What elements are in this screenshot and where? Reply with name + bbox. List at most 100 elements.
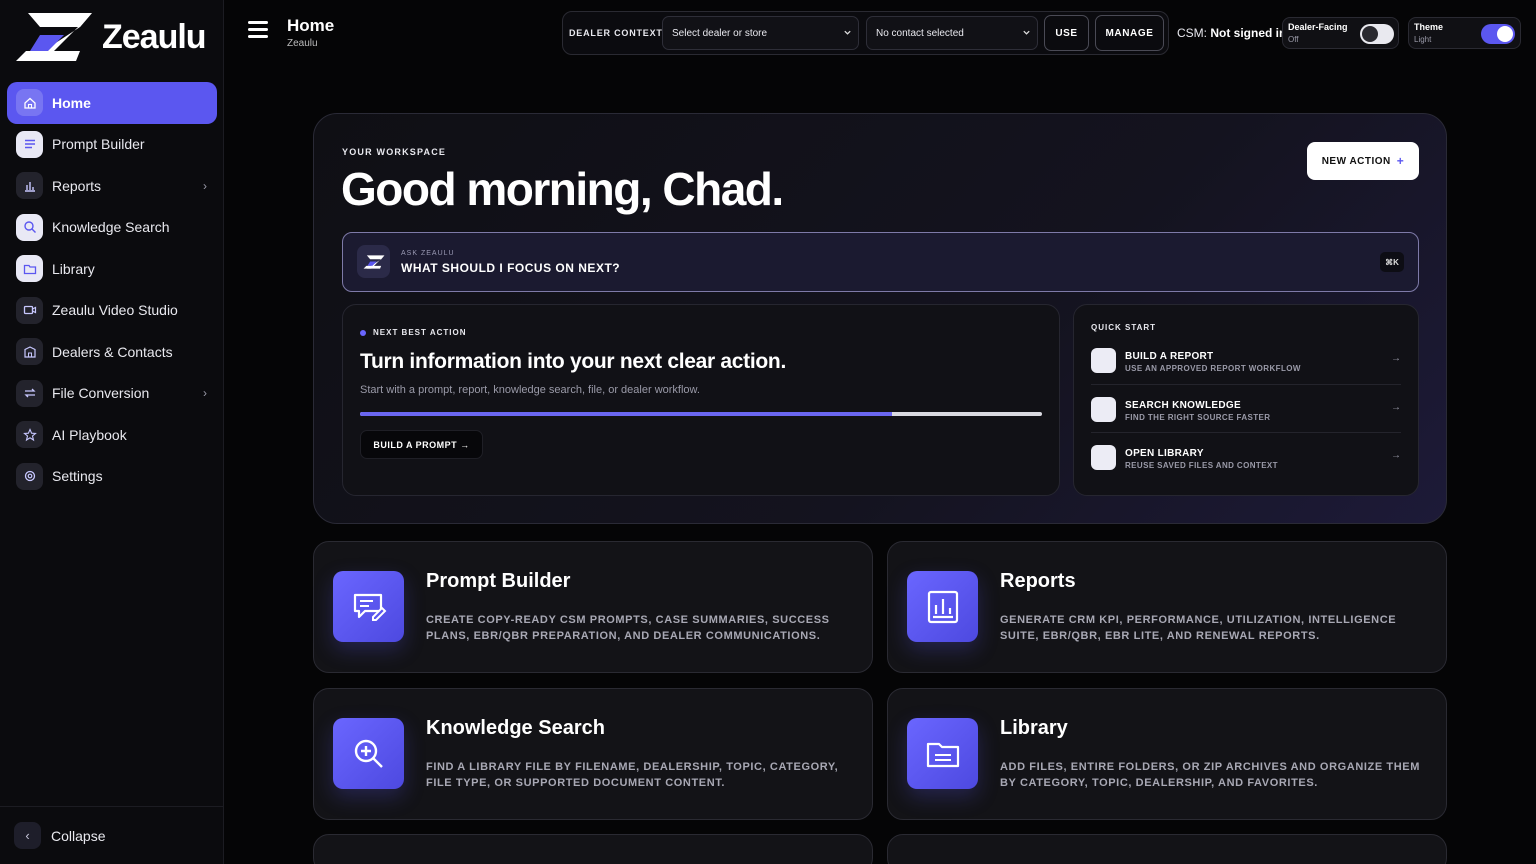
dealer-context-bar: DEALER CONTEXT Select dealer or store No…	[562, 11, 1169, 55]
chat-pencil-icon	[333, 571, 404, 642]
quick-start-build-report[interactable]: BUILD A REPORT USE AN APPROVED REPORT WO…	[1091, 336, 1401, 384]
dealer-facing-toggle-box: Dealer-Facing Off	[1282, 17, 1399, 49]
build-prompt-button[interactable]: BUILD A PROMPT →	[360, 430, 483, 459]
csm-status-value: Not signed in	[1210, 26, 1287, 40]
sidebar-item-reports[interactable]: Reports ›	[7, 165, 217, 207]
feature-card-partial[interactable]	[887, 834, 1447, 864]
ask-kicker: ASK ZEAULU	[401, 250, 455, 257]
card-description: CREATE COPY-READY CSM PROMPTS, CASE SUMM…	[426, 614, 830, 642]
chevron-right-icon: ›	[203, 386, 207, 401]
swap-icon	[16, 379, 43, 407]
quick-start-subtitle: USE AN APPROVED REPORT WORKFLOW	[1125, 364, 1301, 373]
chevron-left-icon: ‹	[14, 822, 41, 849]
sidebar-item-label: Reports	[52, 177, 102, 194]
dealer-select-value: Select dealer or store	[672, 27, 768, 39]
chevron-right-icon: ›	[203, 178, 207, 193]
feature-card-partial[interactable]	[313, 834, 873, 864]
card-description: GENERATE CRM KPI, PERFORMANCE, UTILIZATI…	[1000, 614, 1397, 642]
theme-title: Theme	[1414, 22, 1444, 32]
sidebar-item-label: Library	[52, 260, 95, 277]
quick-start-open-library[interactable]: OPEN LIBRARY REUSE SAVED FILES AND CONTE…	[1091, 432, 1401, 480]
chevron-down-icon	[844, 30, 851, 35]
theme-switch[interactable]	[1481, 24, 1515, 44]
sidebar-item-prompt-builder[interactable]: Prompt Builder	[7, 124, 217, 166]
sidebar: Zeaulu Home Prompt Builder Reports › Kno…	[0, 0, 224, 864]
card-title: Library	[1000, 717, 1068, 739]
sidebar-item-label: Settings	[52, 468, 103, 485]
bar-chart-icon	[16, 172, 43, 200]
folder-icon	[907, 718, 978, 789]
keyboard-shortcut: ⌘K	[1380, 252, 1404, 272]
collapse-label: Collapse	[51, 827, 106, 844]
quick-start-title: SEARCH KNOWLEDGE	[1125, 400, 1241, 411]
next-best-action-panel: NEXT BEST ACTION Turn information into y…	[342, 304, 1060, 496]
csm-prefix: CSM:	[1177, 26, 1207, 40]
switch-knob	[1497, 26, 1513, 42]
knowledge-search-card[interactable]: Knowledge Search FIND A LIBRARY FILE BY …	[313, 688, 873, 820]
use-button[interactable]: USE	[1044, 15, 1089, 51]
csm-status: CSM: Not signed in	[1177, 26, 1286, 40]
folder-icon	[16, 255, 43, 283]
arrow-right-icon: →	[1391, 450, 1401, 461]
nba-kicker-text: NEXT BEST ACTION	[373, 328, 467, 337]
sidebar-item-library[interactable]: Library	[7, 248, 217, 290]
sidebar-item-label: File Conversion	[52, 385, 150, 402]
theme-state: Light	[1414, 35, 1432, 44]
prompt-builder-card[interactable]: Prompt Builder CREATE COPY-READY CSM PRO…	[313, 541, 873, 673]
dealer-facing-title: Dealer-Facing	[1288, 22, 1348, 32]
hero-kicker: YOUR WORKSPACE	[342, 147, 447, 157]
ask-zeaulu-bar[interactable]: ASK ZEAULU WHAT SHOULD I FOCUS ON NEXT? …	[342, 232, 1419, 292]
video-icon	[16, 296, 43, 324]
card-title: Knowledge Search	[426, 717, 605, 739]
menu-icon[interactable]	[248, 21, 268, 41]
building-icon	[16, 338, 43, 366]
search-icon	[1091, 397, 1116, 422]
quick-start-subtitle: FIND THE RIGHT SOURCE FASTER	[1125, 413, 1271, 422]
sidebar-item-home[interactable]: Home	[7, 82, 217, 124]
card-title: Reports	[1000, 570, 1076, 592]
sidebar-item-settings[interactable]: Settings	[7, 456, 217, 498]
home-icon	[16, 89, 43, 117]
greeting-heading: Good morning, Chad.	[341, 163, 784, 215]
sidebar-item-file-conversion[interactable]: File Conversion ›	[7, 373, 217, 415]
chevron-down-icon	[1023, 30, 1030, 35]
arrow-right-icon: →	[1391, 353, 1401, 364]
sidebar-item-video-studio[interactable]: Zeaulu Video Studio	[7, 290, 217, 332]
card-description: FIND A LIBRARY FILE BY FILENAME, DEALERS…	[426, 761, 839, 789]
sidebar-item-label: AI Playbook	[52, 426, 127, 443]
card-title: Prompt Builder	[426, 570, 571, 592]
contact-select[interactable]: No contact selected	[866, 16, 1038, 50]
page-title: Home	[287, 16, 335, 35]
theme-toggle-box: Theme Light	[1408, 17, 1521, 49]
new-action-label: NEW ACTION	[1321, 155, 1391, 167]
plus-icon: +	[1396, 154, 1405, 168]
library-card[interactable]: Library ADD FILES, ENTIRE FOLDERS, OR ZI…	[887, 688, 1447, 820]
quick-start-search-knowledge[interactable]: SEARCH KNOWLEDGE FIND THE RIGHT SOURCE F…	[1091, 384, 1401, 432]
collapse-sidebar-button[interactable]: ‹ Collapse	[0, 806, 223, 864]
quick-start-title: OPEN LIBRARY	[1125, 448, 1204, 459]
dealer-context-label: DEALER CONTEXT	[569, 28, 663, 38]
progress-fill	[360, 412, 892, 416]
sidebar-item-label: Prompt Builder	[52, 136, 145, 153]
quick-start-kicker: QUICK START	[1091, 323, 1157, 332]
dealer-facing-switch[interactable]	[1360, 24, 1394, 44]
reports-card[interactable]: Reports GENERATE CRM KPI, PERFORMANCE, U…	[887, 541, 1447, 673]
zeaulu-logo-icon	[357, 245, 390, 278]
sidebar-item-label: Dealers & Contacts	[52, 343, 173, 360]
app-root: Zeaulu Home Prompt Builder Reports › Kno…	[0, 0, 1536, 864]
contact-select-value: No contact selected	[876, 27, 964, 39]
nba-title: Turn information into your next clear ac…	[360, 350, 786, 373]
bar-chart-icon	[907, 571, 978, 642]
dealer-facing-state: Off	[1288, 35, 1299, 44]
dealer-select[interactable]: Select dealer or store	[662, 16, 859, 50]
sidebar-item-ai-playbook[interactable]: AI Playbook	[7, 414, 217, 456]
sidebar-item-label: Knowledge Search	[52, 219, 170, 236]
sidebar-item-knowledge-search[interactable]: Knowledge Search	[7, 207, 217, 249]
workspace-hero: YOUR WORKSPACE Good morning, Chad. NEW A…	[313, 113, 1447, 524]
brand-logo[interactable]: Zeaulu	[14, 11, 207, 63]
manage-button[interactable]: MANAGE	[1095, 15, 1164, 51]
switch-knob	[1362, 26, 1378, 42]
sidebar-item-label: Home	[52, 94, 91, 111]
new-action-button[interactable]: NEW ACTION +	[1307, 142, 1419, 180]
sidebar-item-dealers-contacts[interactable]: Dealers & Contacts	[7, 331, 217, 373]
